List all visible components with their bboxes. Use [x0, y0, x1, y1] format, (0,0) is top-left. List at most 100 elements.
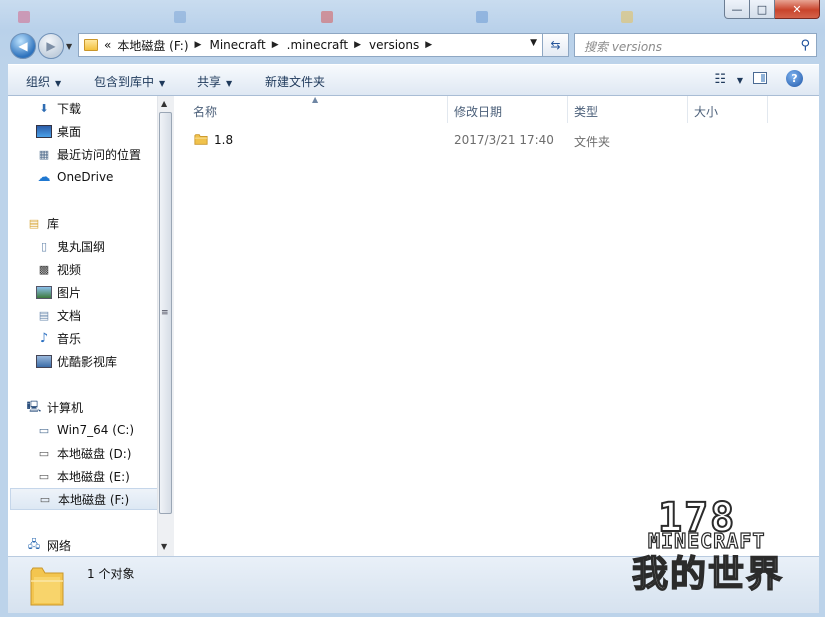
address-dropdown-icon[interactable]: ▼	[530, 38, 537, 48]
nav-item-drive-e[interactable]: ▭ 本地磁盘 (E:)	[36, 465, 173, 487]
arrow-left-icon: ◀	[18, 39, 28, 53]
background-tab[interactable]	[315, 6, 465, 28]
sort-ascending-icon: ▲	[312, 95, 319, 104]
watermark-logo: 178 MINECRAFT 我的世界	[631, 494, 807, 596]
file-name[interactable]: 1.8	[214, 133, 233, 147]
nav-item-youku-library[interactable]: 优酷影视库	[36, 350, 173, 372]
forward-button[interactable]: ▶	[38, 33, 64, 59]
breadcrumb-overflow[interactable]: «	[104, 38, 111, 52]
watermark-cn: 我的世界	[631, 553, 785, 596]
view-options-icon[interactable]: ☷	[714, 72, 726, 87]
scroll-down-icon[interactable]: ▼	[161, 542, 167, 551]
nav-item-recent-places[interactable]: ▦ 最近访问的位置	[36, 143, 173, 165]
search-icon[interactable]: ⚲	[800, 38, 810, 53]
new-folder-button[interactable]: 新建文件夹	[265, 73, 325, 90]
tab-icon	[174, 11, 186, 23]
desktop-icon	[36, 124, 52, 138]
nav-item-music[interactable]: ♪ 音乐	[36, 327, 173, 349]
breadcrumb-separator-icon[interactable]: ▶	[354, 40, 361, 50]
address-bar[interactable]: « 本地磁盘 (F:) ▶ Minecraft ▶ .minecraft ▶ v…	[78, 33, 543, 57]
nav-item-drive-d[interactable]: ▭ 本地磁盘 (D:)	[36, 442, 173, 464]
organize-button[interactable]: 组织 ▼	[26, 73, 61, 90]
computer-icon: 🖳	[26, 399, 42, 413]
network-icon: 🖧	[27, 537, 41, 551]
nav-label: 鬼丸国纲	[57, 239, 106, 254]
downloads-icon: ⬇	[39, 101, 49, 115]
nav-item-network[interactable]: 🖧 网络	[26, 534, 173, 556]
title-bar: — □ ✕	[0, 0, 825, 32]
folder-icon	[84, 39, 98, 51]
include-in-library-button[interactable]: 包含到库中 ▼	[94, 73, 165, 90]
nav-label: 本地磁盘 (E:)	[57, 469, 130, 484]
nav-label: OneDrive	[57, 170, 114, 184]
nav-label: 网络	[47, 538, 72, 553]
search-placeholder: 搜索 versions	[584, 40, 663, 54]
nav-item-computer[interactable]: 🖳 计算机	[26, 396, 173, 418]
breadcrumb-separator-icon[interactable]: ▶	[195, 40, 202, 50]
nav-scrollbar[interactable]: ▲ ≡ ▼	[157, 96, 174, 556]
view-dropdown-icon[interactable]: ▼	[737, 76, 743, 85]
column-header-type[interactable]: 类型	[568, 96, 688, 123]
nav-item-pictures[interactable]: 图片	[36, 281, 173, 303]
nav-item-videos[interactable]: ▩ 视频	[36, 258, 173, 280]
background-tab[interactable]	[168, 6, 308, 28]
share-button[interactable]: 共享 ▼	[197, 73, 232, 90]
help-icon[interactable]: ?	[786, 70, 803, 87]
breadcrumb-separator-icon[interactable]: ▶	[425, 40, 432, 50]
column-header-modified[interactable]: 修改日期	[448, 96, 568, 123]
nav-label: 库	[47, 216, 60, 231]
breadcrumb-minecraft[interactable]: Minecraft	[209, 38, 265, 52]
preview-pane-icon[interactable]	[753, 72, 767, 84]
breadcrumb-separator-icon[interactable]: ▶	[272, 40, 279, 50]
nav-item-downloads[interactable]: ⬇ 下载	[36, 97, 173, 119]
back-button[interactable]: ◀	[10, 33, 36, 59]
nav-item-library-custom[interactable]: ▯ 鬼丸国纲	[36, 235, 173, 257]
folder-icon	[30, 567, 64, 606]
breadcrumb-drive[interactable]: 本地磁盘 (F:)	[117, 37, 188, 54]
maximize-button[interactable]: □	[750, 0, 775, 19]
column-header-name[interactable]: ▲ 名称	[174, 95, 448, 123]
column-label: 类型	[574, 105, 599, 119]
file-modified: 2017/3/21 17:40	[454, 133, 554, 147]
nav-item-onedrive[interactable]: ☁ OneDrive	[36, 166, 173, 188]
close-button[interactable]: ✕	[775, 0, 820, 19]
explorer-window: — □ ✕ ◀ ▶ ▼ « 本地磁盘 (F:) ▶ Minecraft ▶ .m…	[0, 0, 825, 617]
scroll-up-icon[interactable]: ▲	[161, 99, 167, 108]
recent-locations-dropdown[interactable]: ▼	[66, 42, 72, 51]
column-header-size[interactable]: 大小	[688, 96, 768, 123]
nav-item-drive-f[interactable]: ▭ 本地磁盘 (F:)	[10, 488, 158, 510]
background-tab[interactable]	[12, 6, 162, 28]
column-label: 大小	[694, 105, 719, 119]
minimize-button[interactable]: —	[724, 0, 750, 19]
nav-label: 计算机	[47, 400, 84, 415]
nav-label: 最近访问的位置	[57, 147, 142, 162]
chevron-down-icon: ▼	[226, 79, 233, 88]
breadcrumb-versions[interactable]: versions	[369, 38, 419, 52]
chevron-down-icon: ▼	[66, 42, 73, 51]
chevron-down-icon: ▼	[55, 79, 62, 88]
background-tab[interactable]	[615, 6, 710, 28]
background-tab[interactable]	[470, 6, 610, 28]
nav-label: 视频	[57, 262, 82, 277]
breadcrumb-dotminecraft[interactable]: .minecraft	[287, 38, 348, 52]
system-drive-icon: ▭	[38, 423, 50, 437]
nav-label: Win7_64 (C:)	[57, 423, 135, 437]
picture-icon	[36, 285, 52, 299]
nav-item-desktop[interactable]: 桌面	[36, 120, 173, 142]
include-in-library-label: 包含到库中	[94, 75, 155, 89]
nav-label: 图片	[57, 285, 82, 300]
file-list[interactable]: ▲ 名称 修改日期 类型 大小 1.8 2017/3/21 17:40 文件夹	[174, 95, 819, 556]
command-bar: 组织 ▼ 包含到库中 ▼ 共享 ▼ 新建文件夹 ☷ ▼ ?	[8, 64, 819, 96]
nav-label: 优酷影视库	[57, 354, 118, 369]
organize-label: 组织	[26, 75, 51, 89]
nav-label: 音乐	[57, 331, 82, 346]
search-input[interactable]: 搜索 versions ⚲	[574, 33, 817, 57]
table-row[interactable]: 1.8 2017/3/21 17:40 文件夹	[174, 129, 819, 151]
nav-item-drive-c[interactable]: ▭ Win7_64 (C:)	[36, 419, 173, 441]
window-controls: — □ ✕	[724, 0, 820, 20]
document-library-icon: ▯	[40, 239, 48, 253]
refresh-button[interactable]: ⇆	[543, 33, 569, 57]
nav-item-documents[interactable]: ▤ 文档	[36, 304, 173, 326]
nav-label: 本地磁盘 (F:)	[58, 492, 130, 507]
nav-item-libraries[interactable]: ▤ 库	[26, 212, 173, 234]
